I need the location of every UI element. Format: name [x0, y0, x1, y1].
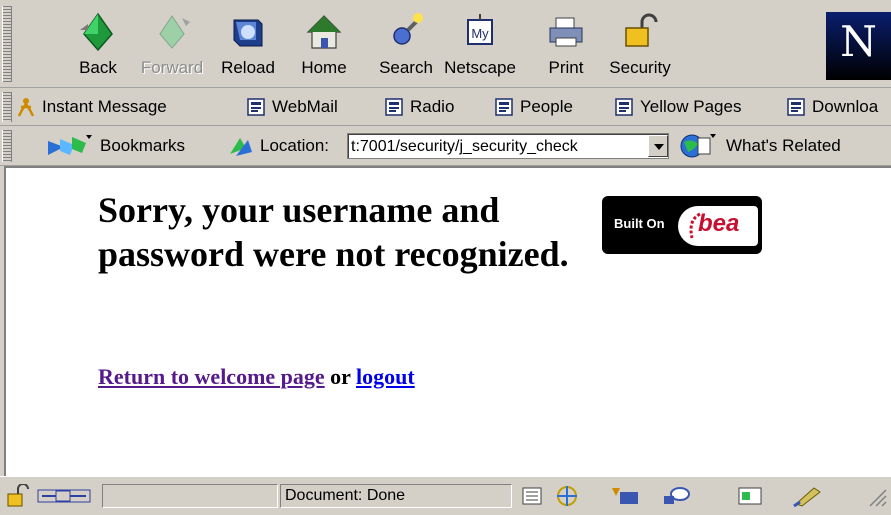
my-netscape-icon: My [467, 14, 493, 45]
built-on-bea-badge[interactable]: Built On bea [602, 196, 762, 254]
security-lock-icon[interactable] [4, 484, 32, 508]
globe-icon [680, 134, 716, 158]
people-label: People [520, 97, 573, 116]
back-arrow-icon [80, 12, 113, 52]
search-label: Search [379, 58, 433, 77]
security-button[interactable]: Security [604, 6, 676, 86]
whats-related-button[interactable]: What's Related [678, 132, 841, 160]
printer-icon [549, 17, 583, 47]
resize-grip-icon[interactable] [864, 484, 890, 508]
address-book-icon[interactable] [792, 484, 824, 508]
bookmark-page-icon [495, 98, 513, 116]
home-icon [306, 15, 342, 49]
status-bar: Document: Done [0, 476, 891, 515]
return-to-welcome-link[interactable]: Return to welcome page [98, 364, 325, 389]
toolbar-grip[interactable] [2, 92, 12, 122]
status-text: Document: Done [280, 484, 512, 508]
download-button[interactable]: Downloa [786, 93, 878, 121]
netscape-button[interactable]: My Netscape [444, 6, 516, 86]
tasks-list-icon[interactable] [520, 484, 546, 508]
toolbar-grip[interactable] [2, 6, 12, 82]
instant-message-label: Instant Message [42, 97, 167, 116]
page-content: Sorry, your username and password were n… [4, 166, 891, 476]
search-button[interactable]: Search [370, 6, 442, 86]
progress-cell [102, 484, 278, 508]
instant-message-icon [17, 98, 35, 117]
whats-related-label: What's Related [726, 136, 841, 155]
home-label: Home [301, 58, 347, 77]
instant-messenger-icon[interactable] [662, 484, 692, 508]
navigation-links: Return to welcome page or logout [98, 364, 415, 390]
or-text: or [330, 364, 351, 389]
location-icon [230, 138, 252, 156]
location-label-group: Location: [226, 132, 329, 160]
bookmark-page-icon [615, 98, 633, 116]
webmail-label: WebMail [272, 97, 338, 116]
webmail-button[interactable]: WebMail [246, 93, 338, 121]
bookmark-page-icon [787, 98, 805, 116]
yellow-pages-label: Yellow Pages [640, 97, 742, 116]
forward-button[interactable]: Forward [136, 6, 208, 86]
location-toolbar: Bookmarks Location: t:7001/security/j_se… [0, 126, 891, 166]
security-label: Security [609, 58, 671, 77]
print-button[interactable]: Print [530, 6, 602, 86]
bookmarks-label: Bookmarks [100, 136, 186, 155]
svg-text:My: My [471, 26, 489, 41]
reload-icon [233, 19, 263, 47]
reload-button[interactable]: Reload [212, 6, 284, 86]
error-message: Sorry, your username and password were n… [98, 190, 569, 274]
instant-message-button[interactable]: Instant Message [16, 93, 167, 121]
netscape-label: Netscape [444, 58, 516, 77]
radio-button[interactable]: Radio [384, 93, 454, 121]
yellow-pages-button[interactable]: Yellow Pages [614, 93, 741, 121]
composer-icon[interactable] [736, 484, 764, 508]
personal-toolbar: Instant Message WebMail Radio People Yel… [0, 88, 891, 126]
bookmarks-icon [48, 135, 92, 155]
location-url-field[interactable]: t:7001/security/j_security_check [347, 133, 669, 159]
back-label: Back [79, 58, 117, 77]
toolbar-grip[interactable] [2, 130, 12, 162]
forward-label: Forward [140, 58, 204, 77]
back-button[interactable]: Back [62, 6, 134, 86]
bookmarks-button[interactable]: Bookmarks [46, 132, 185, 160]
print-label: Print [548, 58, 584, 77]
navigation-toolbar: Back Forward Reload Home Search My Netsc… [0, 0, 891, 88]
people-button[interactable]: People [494, 93, 573, 121]
forward-arrow-icon [159, 15, 190, 49]
bookmark-page-icon [247, 98, 265, 116]
connection-icon[interactable] [36, 484, 92, 508]
radio-label: Radio [410, 97, 455, 116]
location-label: Location: [260, 136, 329, 155]
browser-window: Back Forward Reload Home Search My Netsc… [0, 0, 891, 515]
home-button[interactable]: Home [288, 6, 360, 86]
download-label: Downloa [812, 97, 879, 116]
bea-brand: bea [698, 210, 740, 237]
built-on-text: Built On [614, 216, 665, 231]
mail-icon[interactable] [610, 484, 640, 508]
reload-label: Reload [221, 58, 275, 77]
bookmark-page-icon [385, 98, 403, 116]
navigator-icon[interactable] [552, 484, 582, 508]
search-icon [393, 13, 423, 45]
url-dropdown-arrow[interactable] [648, 135, 668, 157]
logout-link[interactable]: logout [356, 364, 415, 389]
padlock-icon [625, 13, 658, 47]
netscape-logo[interactable]: N [826, 12, 891, 80]
